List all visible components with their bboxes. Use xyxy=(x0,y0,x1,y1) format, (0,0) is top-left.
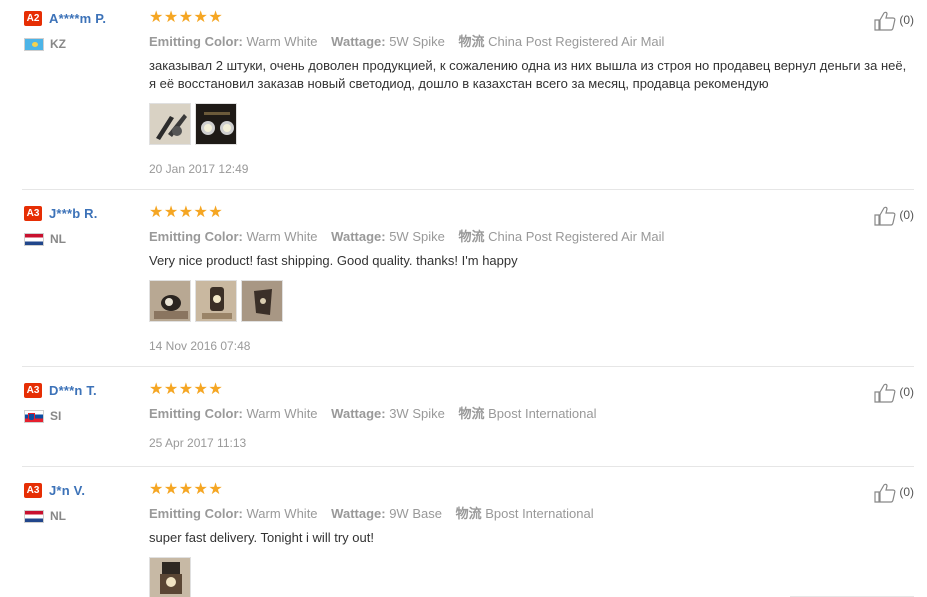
review-text: заказывал 2 штуки, очень доволен продукц… xyxy=(149,58,907,91)
review-item: A3 J***b R. NL ★★★★★ Emitting Color: Warm… xyxy=(0,195,927,366)
review-photo-thumbnail[interactable] xyxy=(241,280,283,322)
helpful-count: (0) xyxy=(899,385,914,399)
attr-label: 物流 xyxy=(458,229,485,244)
netherlands-flag-icon xyxy=(24,233,44,246)
thumbs-up-icon xyxy=(874,11,896,31)
review-text: super fast delivery. Tonight i will try … xyxy=(149,530,374,545)
review-item: A3 J*n V. NL ★★★★★ Emitting Color: Warm W… xyxy=(0,472,927,597)
review-divider xyxy=(22,366,914,367)
review-item: A2 A****m P. KZ ★★★★★ Emitting Color: War… xyxy=(0,0,927,189)
attr-value: Warm White xyxy=(246,506,318,521)
buyer-info: A3 J*n V. NL xyxy=(24,482,144,523)
helpful-button[interactable]: (0) xyxy=(874,10,914,31)
attr-value: 9W Base xyxy=(389,506,442,521)
buyer-level-badge: A2 xyxy=(24,11,42,27)
country-code: NL xyxy=(50,509,66,523)
slovenia-flag-icon xyxy=(24,410,44,423)
buyer-name: A****m P. xyxy=(49,11,107,27)
attr-value: 3W Spike xyxy=(389,406,445,421)
attr-value: China Post Registered Air Mail xyxy=(488,34,665,49)
review-item: A3 D***n T. SI ★★★★★ Emitting Color: Warm… xyxy=(0,372,927,466)
attr-label: 物流 xyxy=(458,34,485,49)
attr-label: Wattage: xyxy=(331,34,386,49)
sku-attributes: Emitting Color: Warm White Wattage: 5W S… xyxy=(149,229,869,245)
attr-label: Wattage: xyxy=(331,506,386,521)
thumbs-up-icon xyxy=(874,206,896,226)
country-code: SI xyxy=(50,409,62,423)
attr-label: Wattage: xyxy=(331,229,386,244)
buyer-name: J***b R. xyxy=(49,206,98,222)
attr-value: Bpost International xyxy=(488,406,597,421)
country-code: KZ xyxy=(50,37,66,51)
buyer-name: J*n V. xyxy=(49,483,86,499)
helpful-button[interactable]: (0) xyxy=(874,482,914,503)
attr-label: Emitting Color: xyxy=(149,34,243,49)
review-photo-thumbnail[interactable] xyxy=(195,280,237,322)
helpful-count: (0) xyxy=(899,208,914,222)
sku-attributes: Emitting Color: Warm White Wattage: 3W S… xyxy=(149,406,869,422)
star-rating: ★★★★★ xyxy=(149,481,224,498)
helpful-button[interactable]: (0) xyxy=(874,205,914,226)
sku-attributes: Emitting Color: Warm White Wattage: 9W B… xyxy=(149,506,869,522)
buyer-level-badge: A3 xyxy=(24,206,42,222)
helpful-count: (0) xyxy=(899,13,914,27)
helpful-count: (0) xyxy=(899,485,914,499)
review-divider xyxy=(22,466,914,467)
thumbs-up-icon xyxy=(874,483,896,503)
attr-value: Warm White xyxy=(246,229,318,244)
review-date: 20 Jan 2017 12:49 xyxy=(149,162,249,176)
review-divider xyxy=(22,189,914,190)
attr-value: Warm White xyxy=(246,406,318,421)
attr-value: Bpost International xyxy=(485,506,594,521)
review-photo-thumbnail[interactable] xyxy=(149,280,191,322)
buyer-info: A3 J***b R. NL xyxy=(24,205,144,246)
review-photos xyxy=(149,557,869,597)
attr-value: China Post Registered Air Mail xyxy=(488,229,665,244)
buyer-level-badge: A3 xyxy=(24,383,42,399)
netherlands-flag-icon xyxy=(24,510,44,523)
attr-label: Emitting Color: xyxy=(149,406,243,421)
review-content: ★★★★★ Emitting Color: Warm White Wattage… xyxy=(149,9,906,176)
attr-value: Warm White xyxy=(246,34,318,49)
attr-label: Wattage: xyxy=(331,406,386,421)
review-date: 25 Apr 2017 11:13 xyxy=(149,436,247,450)
review-photos xyxy=(149,103,869,147)
buyer-level-badge: A3 xyxy=(24,483,42,499)
review-text: Very nice product! fast shipping. Good q… xyxy=(149,253,518,268)
review-content: ★★★★★ Emitting Color: Warm White Wattage… xyxy=(149,205,869,353)
attr-label: 物流 xyxy=(458,406,485,421)
buyer-info: A3 D***n T. SI xyxy=(24,382,144,423)
review-photo-thumbnail[interactable] xyxy=(149,557,191,597)
attr-label: Emitting Color: xyxy=(149,229,243,244)
review-content: ★★★★★ Emitting Color: Warm White Wattage… xyxy=(149,482,869,597)
country-code: NL xyxy=(50,232,66,246)
attr-value: 5W Spike xyxy=(389,229,445,244)
sku-attributes: Emitting Color: Warm White Wattage: 5W S… xyxy=(149,34,869,50)
star-rating: ★★★★★ xyxy=(149,204,224,221)
kazakhstan-flag-icon xyxy=(24,38,44,51)
thumbs-up-icon xyxy=(874,383,896,403)
buyer-name: D***n T. xyxy=(49,383,97,399)
attr-label: 物流 xyxy=(455,506,482,521)
star-rating: ★★★★★ xyxy=(149,381,224,398)
attr-label: Emitting Color: xyxy=(149,506,243,521)
review-content: ★★★★★ Emitting Color: Warm White Wattage… xyxy=(149,381,869,451)
buyer-info: A2 A****m P. KZ xyxy=(24,10,144,51)
star-rating: ★★★★★ xyxy=(149,9,224,26)
attr-value: 5W Spike xyxy=(389,34,445,49)
review-photo-thumbnail[interactable] xyxy=(149,103,191,145)
review-photos xyxy=(149,280,869,324)
review-date: 14 Nov 2016 07:48 xyxy=(149,339,251,353)
helpful-button[interactable]: (0) xyxy=(874,382,914,403)
review-photo-thumbnail[interactable] xyxy=(195,103,237,145)
